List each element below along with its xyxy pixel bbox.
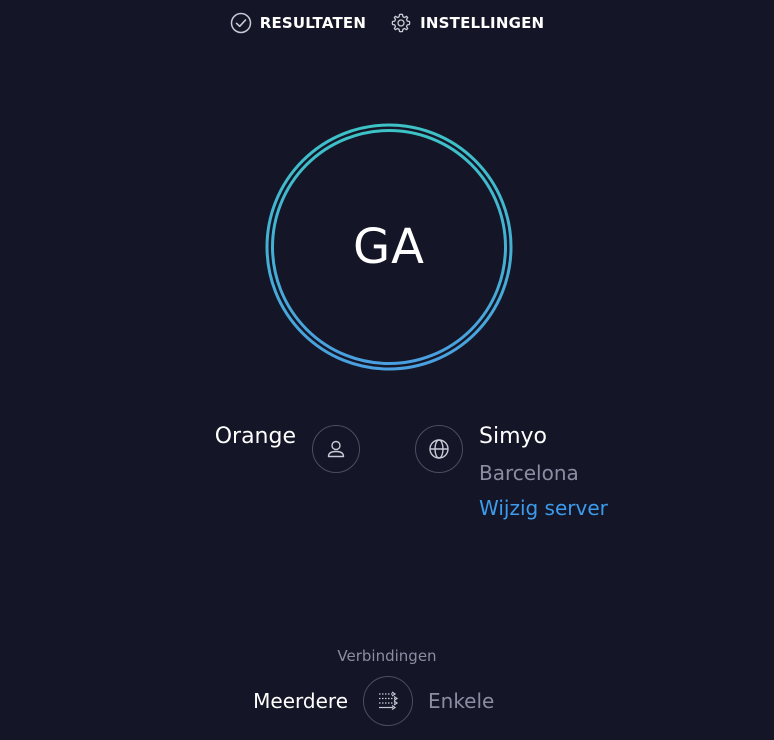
check-circle-icon	[230, 12, 252, 34]
results-nav-link[interactable]: RESULTATEN	[230, 12, 366, 34]
provider-name: Orange	[214, 424, 296, 449]
globe-icon	[415, 425, 463, 473]
change-server-link[interactable]: Wijzig server	[479, 496, 608, 520]
server-location: Barcelona	[479, 461, 579, 485]
settings-label: INSTELLINGEN	[420, 14, 545, 32]
gear-icon	[390, 12, 412, 34]
connections-title: Verbindingen	[337, 647, 437, 665]
server-name: Simyo	[479, 424, 547, 449]
connections-multi-option[interactable]: Meerdere	[253, 689, 348, 713]
results-label: RESULTATEN	[259, 14, 367, 32]
connections-single-option[interactable]: Enkele	[428, 689, 494, 713]
settings-nav-link[interactable]: INSTELLINGEN	[390, 12, 544, 34]
connections-toggle-icon[interactable]	[363, 676, 413, 726]
top-navigation: RESULTATEN INSTELLINGEN	[0, 12, 774, 34]
go-button[interactable]: GA	[264, 122, 514, 372]
start-test-area: GA	[264, 122, 514, 372]
user-icon	[312, 425, 360, 473]
go-label: GA	[352, 219, 426, 275]
